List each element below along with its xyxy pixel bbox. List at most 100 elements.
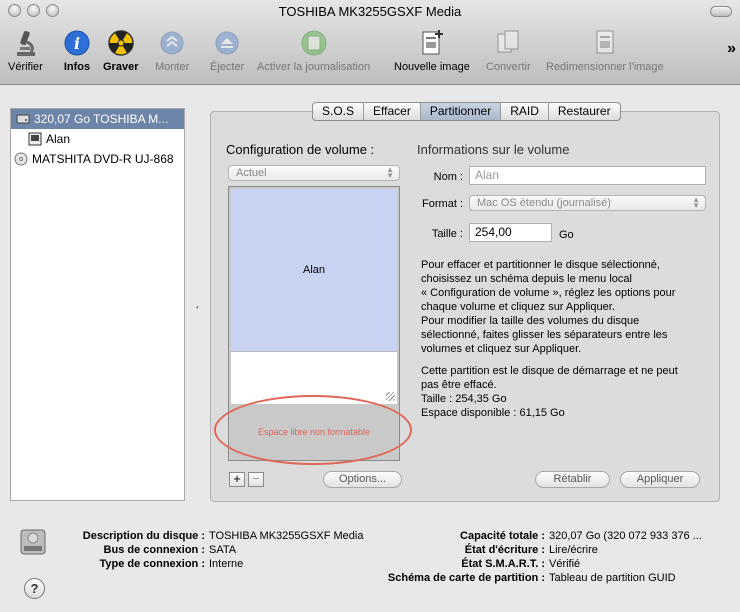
- tab-restore[interactable]: Restaurer: [547, 103, 620, 120]
- verify-label: Vérifier: [8, 61, 43, 73]
- new-image-button[interactable]: Nouvelle image: [394, 28, 470, 73]
- footer-key: État d'écriture :: [464, 544, 545, 556]
- toolbar-overflow-button[interactable]: »: [727, 40, 736, 58]
- hard-disk-icon: [16, 114, 30, 124]
- revert-button[interactable]: Rétablir: [535, 471, 610, 488]
- volume-scheme-popup[interactable]: Actuel ▲ ▼: [228, 165, 400, 181]
- volume-size-field[interactable]: 254,00: [469, 223, 552, 242]
- microscope-icon: [10, 28, 40, 58]
- footer-value: Vérifié: [549, 558, 581, 570]
- disk-list: 320,07 Go TOSHIBA M... Alan MATSHITA DVD…: [10, 108, 185, 501]
- footer-key: Type de connexion :: [99, 558, 205, 570]
- instructions-line: « Configuration de volume », réglez les …: [421, 287, 676, 299]
- volume-scheme-value: Actuel: [236, 167, 267, 179]
- volume-config-heading: Configuration de volume :: [226, 142, 375, 157]
- mount-icon: [157, 28, 187, 58]
- resize-grip-icon[interactable]: [386, 392, 395, 401]
- burn-icon: [106, 28, 136, 58]
- sidebar-item-label: MATSHITA DVD-R UJ-868: [32, 152, 174, 166]
- footer-value: SATA: [209, 544, 237, 556]
- tab-first-aid[interactable]: S.O.S: [313, 103, 363, 120]
- instructions-line: Pour effacer et partitionner le disque s…: [421, 259, 660, 271]
- convert-icon: [493, 28, 523, 58]
- resize-image-icon: [590, 28, 620, 58]
- popup-arrows-icon: ▲ ▼: [386, 165, 394, 180]
- toolbar-toggle-button[interactable]: [710, 6, 732, 17]
- convert-label: Convertir: [486, 61, 531, 73]
- sidebar-item-dvd-drive[interactable]: MATSHITA DVD-R UJ-868: [9, 149, 184, 169]
- apply-button[interactable]: Appliquer: [620, 471, 700, 488]
- instructions-line: sélectionné, faites glisser les séparate…: [421, 329, 668, 341]
- window-title: TOSHIBA MK3255GSXF Media: [278, 4, 462, 19]
- highlight-ellipse: [214, 395, 412, 465]
- footer-key: Schéma de carte de partition :: [387, 572, 545, 584]
- volume-info-heading: Informations sur le volume: [417, 142, 570, 157]
- footer-value: Tableau de partition GUID: [549, 572, 676, 584]
- help-button[interactable]: ?: [24, 578, 45, 599]
- add-partition-button[interactable]: +: [229, 472, 245, 487]
- instructions-text: Pour effacer et partitionner le disque s…: [421, 258, 713, 356]
- format-value: Mac OS étendu (journalisé): [477, 197, 611, 209]
- tab-erase[interactable]: Effacer: [363, 103, 420, 120]
- sidebar-item-label: Alan: [46, 132, 71, 146]
- burn-label: Graver: [103, 61, 139, 73]
- new-image-icon: [417, 28, 447, 58]
- partition-alan[interactable]: Alan: [231, 189, 397, 351]
- name-label: Nom :: [433, 171, 463, 183]
- info-label: Infos: [63, 61, 91, 73]
- title-bar: TOSHIBA MK3255GSXF Media Vérifier i Info…: [0, 0, 740, 85]
- format-popup[interactable]: Mac OS étendu (journalisé) ▲ ▼: [469, 195, 706, 211]
- footer-value: 320,07 Go (320 072 933 376 ...: [549, 530, 702, 542]
- resize-image-button[interactable]: Redimensionner l'image: [546, 28, 664, 73]
- footer-value: TOSHIBA MK3255GSXF Media: [209, 530, 364, 542]
- convert-button[interactable]: Convertir: [486, 28, 531, 73]
- status-line: Taille : 254,35 Go: [421, 393, 507, 405]
- footer-key: État S.M.A.R.T. :: [461, 558, 545, 570]
- journaling-icon: [299, 28, 329, 58]
- new-image-label: Nouvelle image: [394, 61, 470, 73]
- footer-key: Bus de connexion :: [103, 544, 205, 556]
- journaling-label: Activer la journalisation: [257, 61, 371, 73]
- eject-button[interactable]: Éjecter: [210, 28, 244, 73]
- sidebar-item-label: 320,07 Go TOSHIBA M...: [34, 112, 169, 126]
- instructions-line: Pour modifier la taille des volumes du d…: [421, 315, 640, 327]
- footer-key: Description du disque :: [82, 530, 205, 542]
- toolbar: Vérifier i Infos Graver Monter Éjecter A…: [0, 24, 740, 80]
- instructions-line: chaque volume et cliquez sur Appliquer.: [421, 301, 615, 313]
- options-button[interactable]: Options...: [323, 471, 402, 488]
- size-unit: Go: [559, 229, 574, 241]
- instructions-line: volumes et cliquez sur Appliquer.: [421, 343, 582, 355]
- volume-icon: [28, 132, 42, 146]
- footer-key: Capacité totale :: [460, 530, 545, 542]
- info-icon: i: [62, 28, 92, 58]
- status-line: pas être effacé.: [421, 379, 497, 391]
- volume-name-field[interactable]: Alan: [469, 166, 706, 185]
- info-button[interactable]: i Infos: [62, 28, 92, 73]
- tab-raid[interactable]: RAID: [500, 103, 548, 120]
- sidebar-item-alan[interactable]: Alan: [11, 129, 184, 149]
- tab-partition[interactable]: Partitionner: [419, 103, 501, 120]
- footer-value: Lire/écrire: [549, 544, 598, 556]
- size-label: Taille :: [431, 228, 463, 240]
- svg-text:i: i: [74, 34, 80, 53]
- burn-button[interactable]: Graver: [103, 28, 138, 73]
- partition-name: Alan: [302, 264, 326, 276]
- remove-partition-button[interactable]: −: [248, 472, 264, 487]
- popup-arrows-icon: ▲ ▼: [692, 195, 700, 210]
- status-line: Espace disponible : 61,15 Go: [421, 407, 565, 419]
- mount-label: Monter: [155, 61, 190, 73]
- journaling-button[interactable]: Activer la journalisation: [257, 28, 370, 73]
- footer-value: Interne: [209, 558, 244, 570]
- verify-button[interactable]: Vérifier: [8, 28, 43, 73]
- tab-bar: S.O.S Effacer Partitionner RAID Restaure…: [312, 102, 621, 121]
- mount-button[interactable]: Monter: [155, 28, 189, 73]
- partition-status-text: Cette partition est le disque de démarra…: [421, 364, 713, 420]
- resize-image-label: Redimensionner l'image: [546, 61, 664, 73]
- eject-label: Éjecter: [210, 61, 245, 73]
- split-view-handle[interactable]: •: [196, 303, 199, 312]
- eject-icon: [212, 28, 242, 58]
- sidebar-item-toshiba-disk[interactable]: 320,07 Go TOSHIBA M...: [11, 109, 184, 129]
- optical-drive-icon: [14, 152, 28, 166]
- format-label: Format :: [422, 198, 463, 210]
- instructions-line: choisissez un schéma depuis le menu loca…: [421, 273, 632, 285]
